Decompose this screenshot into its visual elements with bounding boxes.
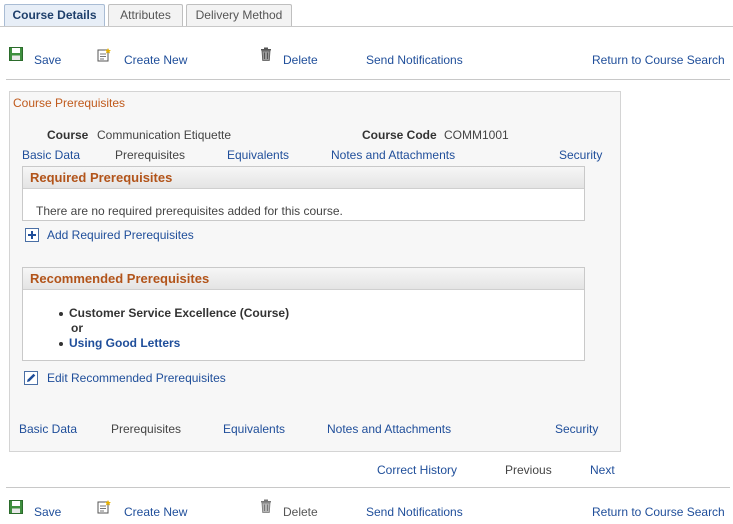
edit-recommended-prerequisites-link[interactable]: Edit Recommended Prerequisites (47, 371, 226, 385)
trash-icon (261, 499, 271, 513)
subnav-security[interactable]: Security (555, 422, 598, 436)
subnav-prerequisites: Prerequisites (115, 148, 186, 162)
course-label: Course (47, 128, 89, 142)
correct-history-link[interactable]: Correct History (377, 463, 457, 477)
group-title: Course Prerequisites (13, 96, 126, 110)
required-empty-message: There are no required prerequisites adde… (36, 204, 343, 218)
previous-label: Previous (505, 463, 552, 477)
create-new-button[interactable]: Create New (124, 505, 187, 519)
save-icon[interactable] (9, 47, 23, 61)
recommended-prerequisites-title: Recommended Prerequisites (23, 268, 584, 290)
create-new-icon[interactable] (97, 500, 111, 514)
add-required-prerequisites-link[interactable]: Add Required Prerequisites (47, 228, 194, 242)
course-code-label: Course Code (362, 128, 437, 142)
send-notifications-link[interactable]: Send Notifications (366, 53, 463, 67)
next-link[interactable]: Next (590, 463, 615, 477)
delete-button-disabled: Delete (283, 505, 318, 519)
delete-button[interactable]: Delete (283, 53, 318, 67)
tab-course-details[interactable]: Course Details (4, 4, 105, 26)
recommended-item: Customer Service Excellence (Course) (59, 306, 289, 320)
bullet-icon (59, 341, 63, 346)
recommended-prerequisites-box: Recommended Prerequisites Customer Servi… (22, 267, 585, 361)
course-prerequisites-group: Course Prerequisites Course Communicatio… (9, 91, 621, 452)
subnav-notes-and-attachments[interactable]: Notes and Attachments (331, 148, 455, 162)
plus-icon[interactable] (25, 228, 39, 242)
save-icon[interactable] (9, 500, 23, 514)
edit-icon[interactable] (24, 371, 38, 385)
create-new-button[interactable]: Create New (124, 53, 187, 67)
subnav-security[interactable]: Security (559, 148, 602, 162)
subnav-basic-data[interactable]: Basic Data (22, 148, 80, 162)
recommended-item[interactable]: Using Good Letters (59, 336, 180, 350)
required-prerequisites-box: Required Prerequisites There are no requ… (22, 166, 585, 221)
subnav-equivalents[interactable]: Equivalents (223, 422, 285, 436)
return-to-course-search-link[interactable]: Return to Course Search (592, 53, 725, 67)
subnav-basic-data[interactable]: Basic Data (19, 422, 77, 436)
save-button[interactable]: Save (34, 505, 61, 519)
toolbar-divider (6, 79, 730, 80)
trash-icon[interactable] (259, 47, 273, 61)
course-value: Communication Etiquette (97, 128, 232, 142)
tab-attributes[interactable]: Attributes (108, 4, 183, 26)
bullet-icon (59, 311, 63, 316)
save-button[interactable]: Save (34, 53, 61, 67)
required-prerequisites-title: Required Prerequisites (23, 167, 584, 189)
tab-delivery-method[interactable]: Delivery Method (186, 4, 292, 26)
bottom-toolbar-divider (6, 487, 730, 488)
subnav-notes-and-attachments[interactable]: Notes and Attachments (327, 422, 451, 436)
subnav-prerequisites: Prerequisites (111, 422, 182, 436)
tab-divider (0, 26, 733, 27)
or-connector: or (71, 321, 83, 335)
return-to-course-search-link[interactable]: Return to Course Search (592, 505, 725, 519)
send-notifications-link[interactable]: Send Notifications (366, 505, 463, 519)
subnav-equivalents[interactable]: Equivalents (227, 148, 289, 162)
course-code-value: COMM1001 (444, 128, 509, 142)
create-new-icon[interactable] (97, 48, 111, 62)
